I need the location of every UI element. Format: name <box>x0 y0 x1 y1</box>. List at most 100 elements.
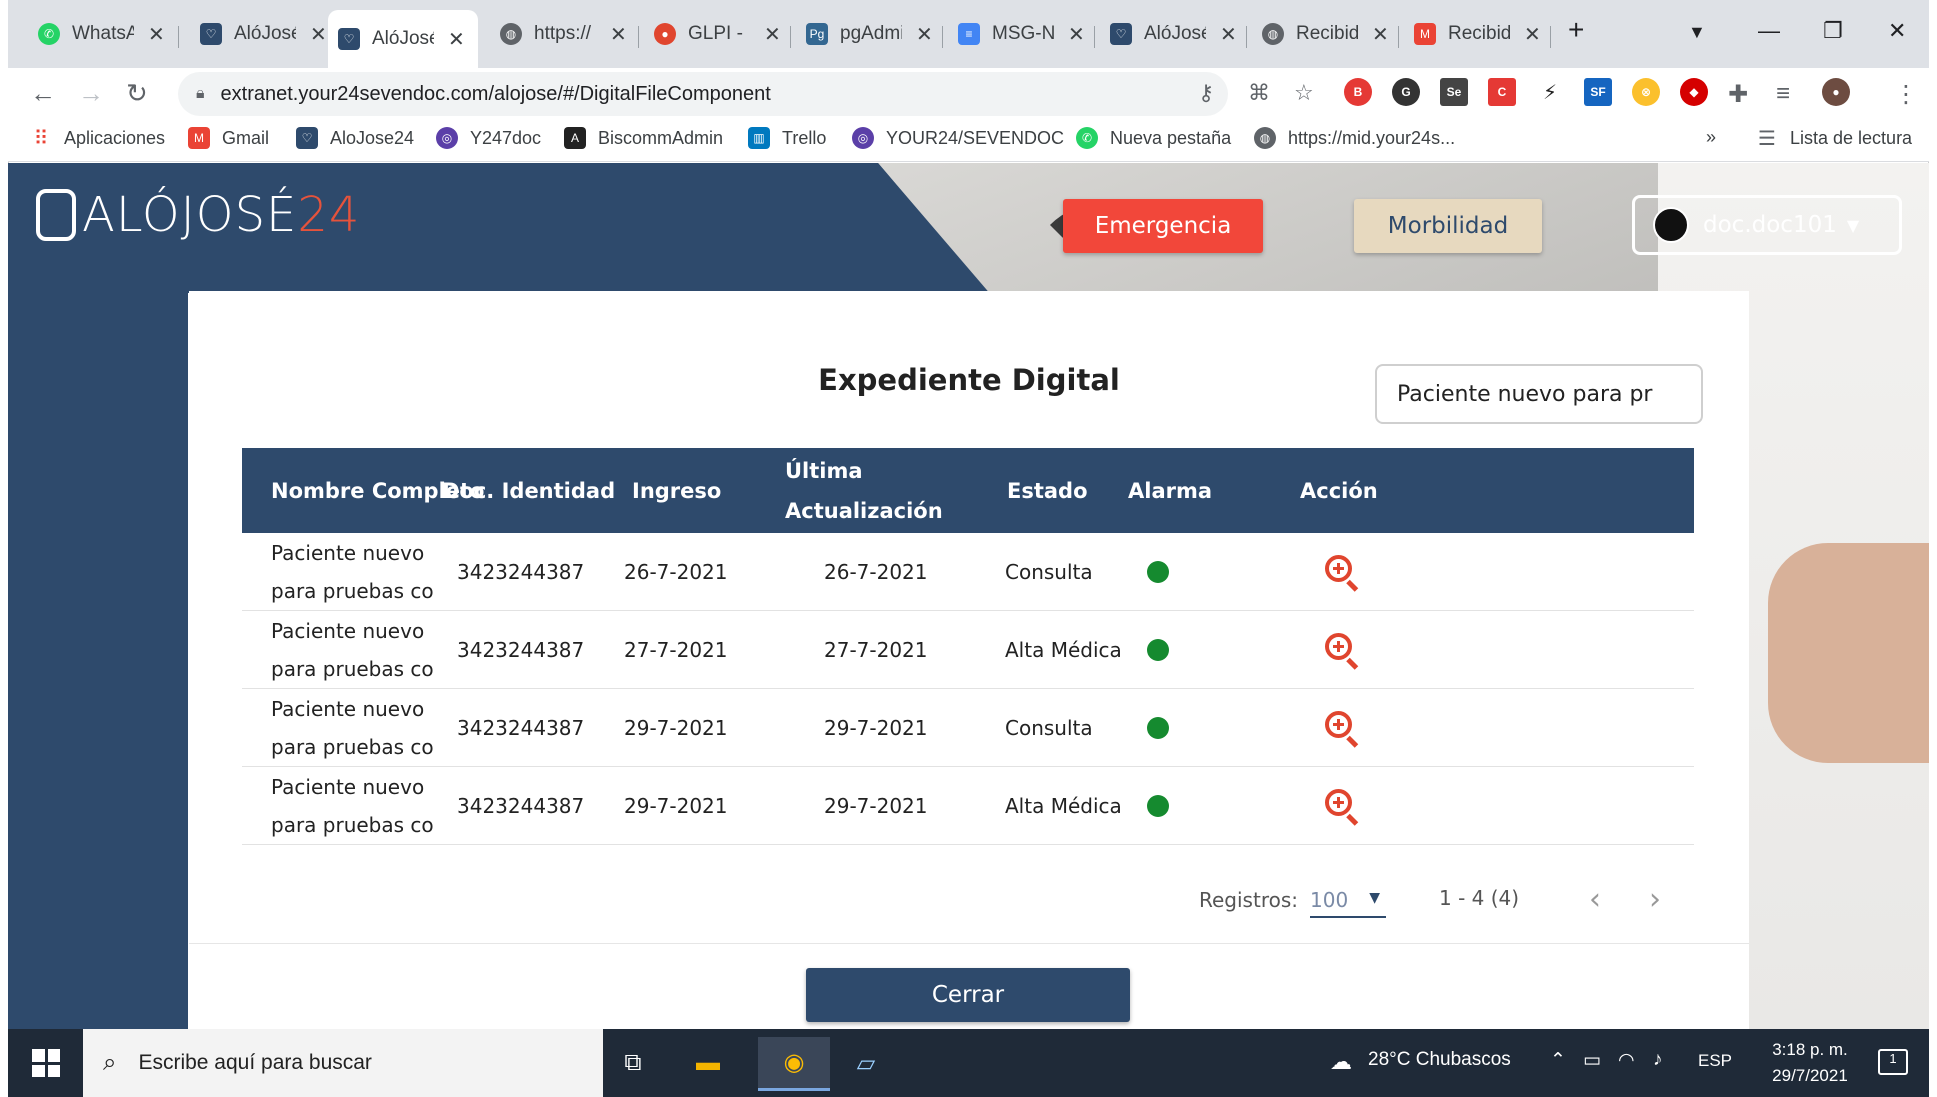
close-icon[interactable]: ✕ <box>916 22 933 47</box>
close-icon[interactable]: ✕ <box>610 22 627 47</box>
bookmark-gmail[interactable]: M Gmail <box>188 127 269 149</box>
col-header-ingreso[interactable]: Ingreso <box>632 448 721 533</box>
media-icon[interactable]: ≡ <box>1776 80 1790 108</box>
clock-time: 3:18 p. m. <box>1772 1040 1848 1059</box>
reload-icon[interactable]: ↻ <box>126 78 148 109</box>
volume-icon[interactable]: ♪ <box>1653 1049 1663 1071</box>
task-view-icon[interactable]: ⧉ <box>613 1043 653 1083</box>
file-explorer-icon[interactable]: ▬ <box>688 1043 728 1083</box>
close-button[interactable]: Cerrar <box>806 968 1130 1022</box>
bookmark-mid[interactable]: ◍ https://mid.your24s... <box>1254 127 1455 149</box>
tab-strip: ✆ WhatsApp ✕ ♡ AlóJosé24 ✕ ♡ AlóJosé24 ✕… <box>8 0 1929 68</box>
bookmark-y247doc[interactable]: ◎ Y247doc <box>436 127 541 149</box>
language-indicator[interactable]: ESP <box>1698 1051 1732 1071</box>
action-cell <box>1325 611 1359 689</box>
close-icon[interactable]: ✕ <box>764 22 781 47</box>
bookmark-trello[interactable]: ▥ Trello <box>748 127 826 149</box>
puzzle-icon[interactable]: ✚ <box>1728 80 1748 109</box>
bookmark-alojose[interactable]: ♡ AloJose24 <box>296 127 414 149</box>
notes-app-icon[interactable]: ▱ <box>846 1043 886 1083</box>
close-icon[interactable]: ✕ <box>1068 22 1085 47</box>
extension-icon[interactable]: Se <box>1440 78 1468 106</box>
key-icon[interactable]: ⚷ <box>1198 80 1214 106</box>
tab-https[interactable]: ◍ https:// ✕ <box>490 14 637 54</box>
zoom-in-icon[interactable] <box>1325 633 1359 670</box>
close-icon[interactable]: ✕ <box>1220 22 1237 47</box>
zoom-in-icon[interactable] <box>1325 789 1359 826</box>
translate-icon[interactable]: ⌘ <box>1248 80 1270 106</box>
col-header-alarma[interactable]: Alarma <box>1128 448 1212 533</box>
alarm-status <box>1147 533 1169 611</box>
bookmarks-overflow[interactable]: » <box>1706 127 1716 148</box>
back-icon[interactable]: ← <box>30 78 56 109</box>
bookmark-new-tab[interactable]: ✆ Nueva pestaña <box>1076 127 1231 149</box>
user-menu-button[interactable]: doc.doc101 ▼ <box>1632 195 1902 255</box>
system-clock[interactable]: 3:18 p. m. 29/7/2021 <box>1760 1037 1860 1089</box>
col-header-estado[interactable]: Estado <box>1007 448 1088 533</box>
wifi-icon[interactable]: ◠ <box>1618 1049 1635 1072</box>
kebab-menu-icon[interactable]: ⋮ <box>1894 80 1918 109</box>
taskbar-search-box[interactable]: ⌕ Escribe aquí para buscar <box>83 1029 603 1097</box>
emergency-button[interactable]: Emergencia <box>1063 199 1263 253</box>
cell-ingreso: 29-7-2021 <box>624 716 728 740</box>
tab-docs[interactable]: ≡ MSG-N ✕ <box>948 14 1095 54</box>
page-size-select[interactable]: 100 ▼ <box>1310 884 1386 918</box>
chrome-icon[interactable]: ◉ <box>758 1037 830 1091</box>
extension-icon[interactable]: ◆ <box>1680 78 1708 106</box>
profile-avatar[interactable]: ● <box>1822 78 1850 106</box>
weather-icon[interactable]: ☁ <box>1330 1049 1352 1075</box>
close-icon[interactable]: ✕ <box>1524 22 1541 47</box>
tab-glpi[interactable]: ● GLPI - ✕ <box>644 14 791 54</box>
prev-page-icon[interactable]: ‹ <box>1589 882 1601 917</box>
tab-alojose-active[interactable]: ♡ AlóJosé24 ✕ <box>328 10 478 68</box>
cell-estado: Alta Médica <box>1005 794 1122 818</box>
notification-icon[interactable]: 1 <box>1878 1049 1908 1075</box>
close-icon[interactable]: ✕ <box>448 27 465 52</box>
cell-doc: 3423244387 <box>457 716 585 740</box>
zoom-in-icon[interactable] <box>1325 555 1359 592</box>
col-header-accion[interactable]: Acción <box>1300 448 1378 533</box>
bookmark-star-icon[interactable]: ☆ <box>1294 80 1314 106</box>
tab-recibido[interactable]: ◍ Recibido ✕ <box>1252 14 1399 54</box>
extension-icon[interactable]: ⊗ <box>1632 78 1660 106</box>
extension-icon[interactable]: SF <box>1584 78 1612 106</box>
close-icon[interactable]: ✕ <box>310 22 327 47</box>
maximize-icon[interactable]: ❐ <box>1823 18 1843 44</box>
tab-pgadmin[interactable]: Pg pgAdmin ✕ <box>796 14 943 54</box>
window-close-icon[interactable]: ✕ <box>1888 18 1906 44</box>
new-tab-icon[interactable]: + <box>1568 14 1584 46</box>
address-bar[interactable]: 🔒︎ extranet.your24sevendoc.com/alojose/#… <box>178 72 1228 116</box>
tab-alojose[interactable]: ♡ AlóJosé24 ✕ <box>190 14 337 54</box>
col-header-doc[interactable]: Doc. Identidad <box>442 448 615 533</box>
battery-icon[interactable]: ▭ <box>1583 1049 1601 1072</box>
tab-alojose-2[interactable]: ♡ AlóJosé24 ✕ <box>1100 14 1247 54</box>
bookmark-your24[interactable]: ◎ YOUR24/SEVENDOC <box>852 127 1064 149</box>
minimize-icon[interactable]: — <box>1758 18 1780 44</box>
extension-icon[interactable]: G <box>1392 78 1420 106</box>
close-icon[interactable]: ✕ <box>148 22 165 47</box>
col-header-actualizacion[interactable]: Última Actualización <box>785 448 943 533</box>
bookmark-label: Gmail <box>222 127 270 148</box>
tray-chevron-icon[interactable]: ⌃ <box>1550 1049 1566 1072</box>
whatsapp-icon: ✆ <box>38 23 60 45</box>
tab-whatsapp[interactable]: ✆ WhatsApp ✕ <box>28 14 175 54</box>
zoom-in-icon[interactable] <box>1325 711 1359 748</box>
reading-list[interactable]: ☰ Lista de lectura <box>1756 127 1912 150</box>
morbidity-button[interactable]: Morbilidad <box>1354 199 1542 253</box>
tab-search-icon[interactable]: ▼ <box>1688 22 1706 43</box>
bookmark-label: Trello <box>782 127 827 148</box>
extension-icon[interactable]: ⚡︎ <box>1536 78 1564 106</box>
patient-search-input[interactable] <box>1375 364 1703 424</box>
paginator: Registros: 100 ▼ 1 - 4 (4) ‹ › <box>189 876 1749 926</box>
forward-icon[interactable]: → <box>78 78 104 109</box>
tab-gmail[interactable]: M Recibido ✕ <box>1404 14 1551 54</box>
windows-start-icon[interactable] <box>32 1049 60 1077</box>
extension-icon[interactable]: C <box>1488 78 1516 106</box>
bookmark-apps[interactable]: ⠿ Aplicaciones <box>30 127 165 150</box>
extension-icon[interactable]: B <box>1344 78 1372 106</box>
weather-text[interactable]: 28°C Chubascos <box>1368 1049 1511 1071</box>
bookmark-biscomm[interactable]: A BiscommAdmin <box>564 127 723 149</box>
close-icon[interactable]: ✕ <box>1372 22 1389 47</box>
cell-ingreso: 27-7-2021 <box>624 638 728 662</box>
next-page-icon[interactable]: › <box>1649 882 1661 917</box>
